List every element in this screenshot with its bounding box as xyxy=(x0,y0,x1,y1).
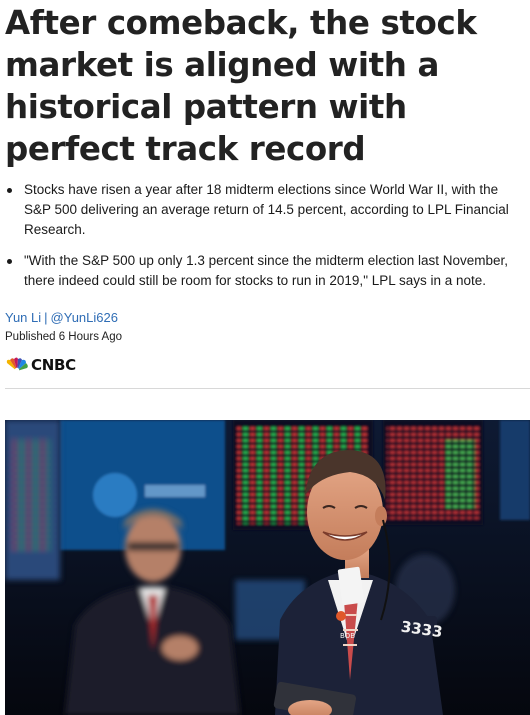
trader-photo-illustration: 3333 BOB xyxy=(5,420,530,715)
bullet-dot-icon xyxy=(7,188,12,193)
published-time: Published 6 Hours Ago xyxy=(5,331,122,343)
article-photo: 3333 BOB xyxy=(5,420,530,715)
key-points-list: Stocks have risen a year after 18 midter… xyxy=(0,180,528,302)
key-point: "With the S&P 500 up only 1.3 percent si… xyxy=(0,251,528,291)
twitter-handle-link[interactable]: @YunLi626 xyxy=(51,310,118,325)
trader-name-tag: BOB xyxy=(340,632,355,640)
author-link[interactable]: Yun Li xyxy=(5,310,41,325)
byline: Yun Li | @YunLi626 xyxy=(5,309,118,327)
byline-separator: | xyxy=(44,310,48,325)
cnbc-wordmark: CNBC xyxy=(31,356,76,374)
section-divider xyxy=(5,388,530,389)
key-point-text: "With the S&P 500 up only 1.3 percent si… xyxy=(24,253,509,288)
cnbc-logo[interactable]: CNBC xyxy=(5,355,76,375)
key-point-text: Stocks have risen a year after 18 midter… xyxy=(24,182,509,237)
nbc-peacock-icon xyxy=(6,357,28,373)
bullet-dot-icon xyxy=(7,259,12,264)
key-point: Stocks have risen a year after 18 midter… xyxy=(0,180,528,240)
headline: After comeback, the stock market is alig… xyxy=(5,4,477,168)
